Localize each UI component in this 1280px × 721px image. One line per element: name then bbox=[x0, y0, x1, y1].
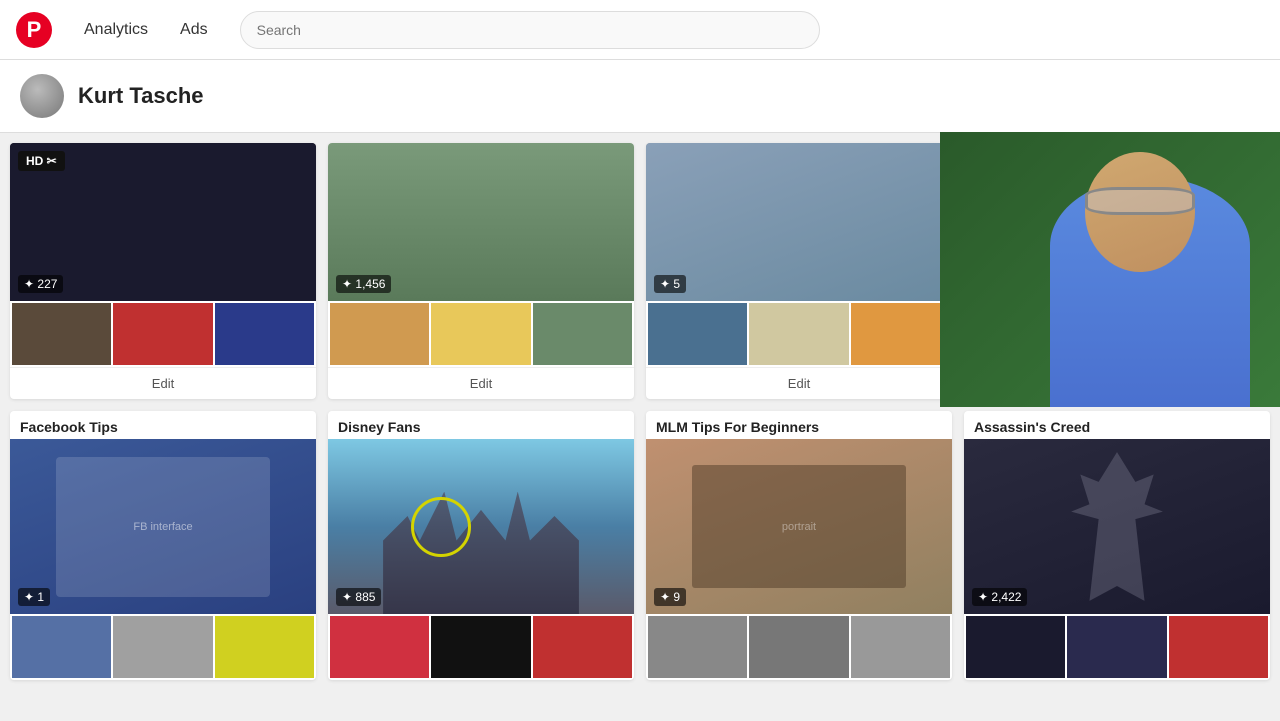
board-card: MLM Tips For Beginners portrait ✦ 9 bbox=[646, 411, 952, 680]
pin-count: ✦ 227 bbox=[18, 275, 63, 293]
board-title: Disney Fans bbox=[328, 411, 634, 439]
video-overlay bbox=[940, 133, 1280, 407]
board-card: ✦ 1,456 Edit bbox=[328, 143, 634, 399]
board-thumb bbox=[215, 303, 314, 365]
board-thumb bbox=[648, 303, 747, 365]
profile-name: Kurt Tasche bbox=[78, 83, 204, 109]
board-thumb bbox=[966, 616, 1065, 678]
board-thumb bbox=[113, 303, 212, 365]
board-edit-button[interactable]: Edit bbox=[10, 367, 316, 399]
board-main-image: portrait ✦ 9 bbox=[646, 439, 952, 614]
board-main-image: HD ✂ ✦ 227 bbox=[10, 143, 316, 301]
board-card: HD ✂ ✦ 227 Edit bbox=[10, 143, 316, 399]
board-main-image: ✦ 1,456 bbox=[328, 143, 634, 301]
board-main-image: ✦ 885 bbox=[328, 439, 634, 614]
board-main-image: FB interface ✦ 1 bbox=[10, 439, 316, 614]
board-edit-button[interactable]: Edit bbox=[646, 367, 952, 399]
pin-count: ✦ 9 bbox=[654, 588, 686, 606]
main-nav: Analytics Ads bbox=[72, 13, 220, 47]
board-thumb bbox=[330, 616, 429, 678]
board-thumb bbox=[851, 616, 950, 678]
board-thumbnails bbox=[10, 614, 316, 680]
pin-count: ✦ 2,422 bbox=[972, 588, 1027, 606]
board-thumbnails bbox=[964, 614, 1270, 680]
header: P Analytics Ads bbox=[0, 0, 1280, 60]
nav-analytics[interactable]: Analytics bbox=[72, 13, 160, 47]
board-thumb bbox=[851, 303, 950, 365]
pin-count: ✦ 1 bbox=[18, 588, 50, 606]
board-thumbnails bbox=[646, 614, 952, 680]
pin-count: ✦ 1,456 bbox=[336, 275, 391, 293]
search-input[interactable] bbox=[240, 11, 820, 49]
pin-count: ✦ 885 bbox=[336, 588, 381, 606]
nav-ads[interactable]: Ads bbox=[168, 13, 220, 47]
board-card: Facebook Tips FB interface ✦ 1 bbox=[10, 411, 316, 680]
board-thumb bbox=[12, 616, 111, 678]
board-card: Assassin's Creed ✦ 2,422 bbox=[964, 411, 1270, 680]
board-card: Disney Fans ✦ 885 bbox=[328, 411, 634, 680]
board-main-image: ✦ 2,422 bbox=[964, 439, 1270, 614]
board-thumb bbox=[749, 303, 848, 365]
board-title: MLM Tips For Beginners bbox=[646, 411, 952, 439]
board-card: ✦ 5 Edit bbox=[646, 143, 952, 399]
board-thumbnails bbox=[328, 614, 634, 680]
board-thumb bbox=[533, 616, 632, 678]
board-thumbnails bbox=[10, 301, 316, 367]
board-thumb bbox=[533, 303, 632, 365]
board-thumb bbox=[431, 303, 530, 365]
board-edit-button[interactable]: Edit bbox=[328, 367, 634, 399]
board-thumbnails bbox=[328, 301, 634, 367]
board-title: Assassin's Creed bbox=[964, 411, 1270, 439]
avatar-image bbox=[20, 74, 64, 118]
board-thumb bbox=[749, 616, 848, 678]
board-thumb bbox=[1169, 616, 1268, 678]
boards-row-2: Facebook Tips FB interface ✦ 1 bbox=[10, 411, 1270, 680]
board-thumb bbox=[12, 303, 111, 365]
board-thumb bbox=[215, 616, 314, 678]
board-main-image: ✦ 5 bbox=[646, 143, 952, 301]
board-thumbnails bbox=[646, 301, 952, 367]
pin-count: ✦ 5 bbox=[654, 275, 686, 293]
board-thumb bbox=[648, 616, 747, 678]
board-thumb bbox=[330, 303, 429, 365]
board-thumb bbox=[1067, 616, 1166, 678]
pinterest-logo[interactable]: P bbox=[16, 12, 52, 48]
avatar[interactable] bbox=[20, 74, 64, 118]
board-thumb bbox=[113, 616, 212, 678]
profile-section: Kurt Tasche bbox=[0, 60, 1280, 133]
board-title: Facebook Tips bbox=[10, 411, 316, 439]
board-thumb bbox=[431, 616, 530, 678]
